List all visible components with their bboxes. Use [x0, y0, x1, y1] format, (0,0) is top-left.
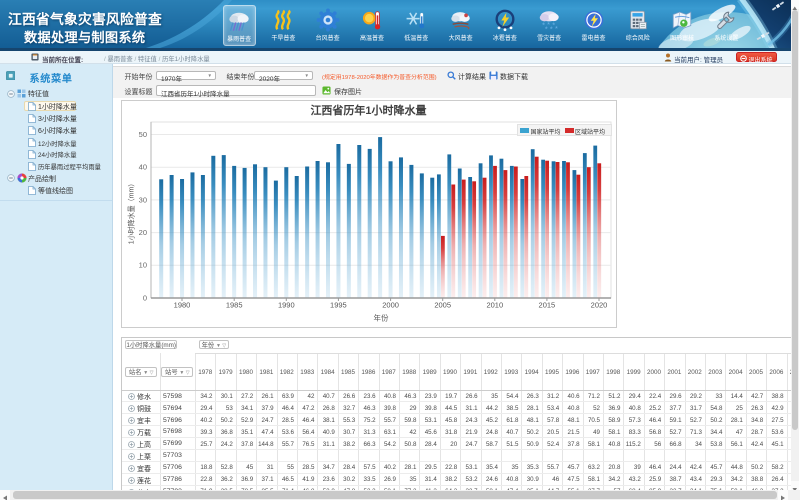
svg-text:*: *: [545, 24, 548, 31]
svg-text:*: *: [555, 24, 558, 32]
svg-text:*: *: [550, 24, 553, 31]
